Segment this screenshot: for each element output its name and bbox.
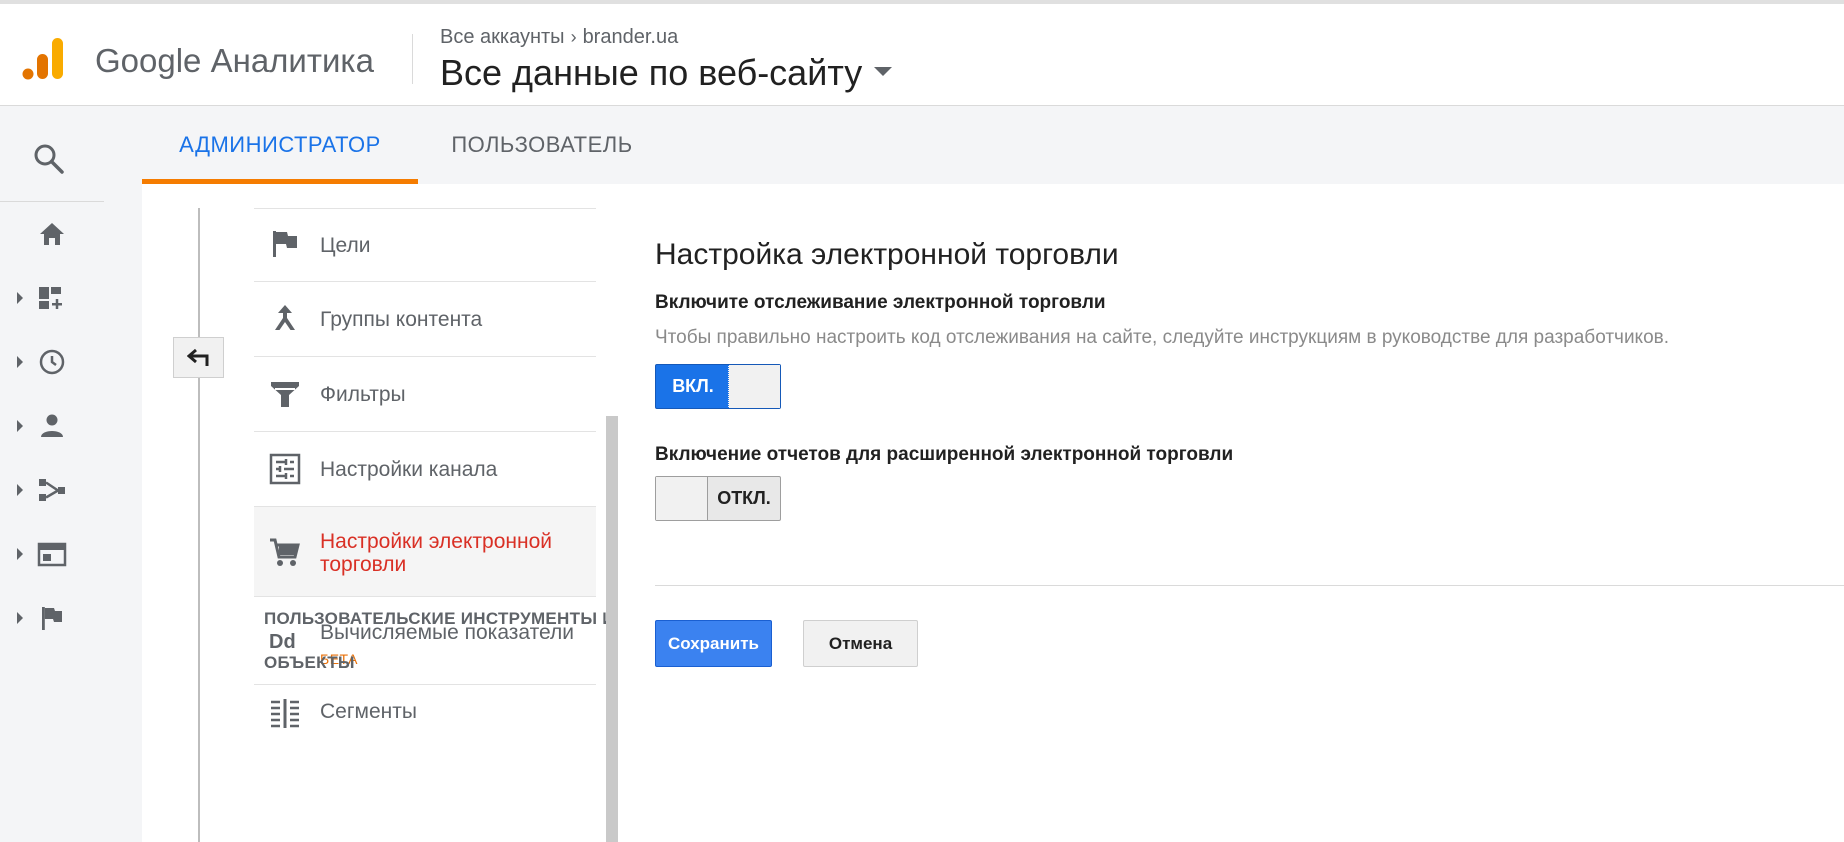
brand-name: Google Аналитика — [95, 42, 374, 79]
home-icon[interactable] — [36, 220, 68, 248]
channel-settings-icon — [269, 453, 301, 485]
ecommerce-toggle[interactable]: ВКЛ. — [655, 364, 781, 409]
svg-text:Dd: Dd — [269, 631, 296, 653]
breadcrumb-account[interactable]: Все аккаунты — [440, 26, 565, 48]
caret-down-icon[interactable] — [874, 66, 893, 76]
breadcrumb-property[interactable]: brander.ua — [583, 26, 679, 48]
filter-icon — [271, 382, 299, 407]
admin-content: Цели Группы контента Фильтры Настройки к… — [142, 184, 1844, 842]
section-heading-custom-tools: ПОЛЬЗОВАТЕЛЬСКИЕ ИНСТРУМЕНТЫ И — [264, 609, 615, 628]
chevron-right-icon: › — [570, 27, 577, 47]
nav-behavior[interactable] — [0, 534, 142, 574]
cart-icon — [270, 538, 300, 566]
person-icon[interactable] — [36, 412, 68, 440]
column-tree-line — [198, 208, 200, 842]
ecommerce-hint: Чтобы правильно настроить код отслеживан… — [655, 327, 1670, 348]
menu-item-label: Цели — [320, 234, 371, 257]
admin-tabs: АДМИНИСТРАТОР ПОЛЬЗОВАТЕЛЬ — [142, 106, 1844, 184]
acquisition-icon[interactable] — [36, 476, 68, 504]
nav-divider — [0, 201, 104, 202]
section-heading-custom-tools-line2: ОБЪЕКТЫ — [264, 653, 355, 672]
toggle-state-label: ОТКЛ. — [717, 488, 771, 508]
expand-arrow-icon[interactable] — [17, 420, 23, 432]
menu-scrollbar[interactable] — [606, 416, 618, 842]
flag-icon[interactable] — [36, 604, 68, 632]
expand-arrow-icon[interactable] — [17, 292, 23, 304]
tab-user[interactable]: ПОЛЬЗОВАТЕЛЬ — [442, 106, 642, 184]
clock-icon[interactable] — [36, 348, 68, 376]
nav-conversions[interactable] — [0, 598, 142, 638]
menu-item-ecommerce-settings[interactable]: Настройки электронной торговли — [254, 507, 596, 597]
customization-icon[interactable] — [36, 284, 68, 312]
expand-arrow-icon[interactable] — [17, 612, 23, 624]
back-button[interactable] — [173, 337, 224, 378]
settings-title: Настройка электронной торговли — [655, 238, 1119, 271]
menu-item-label: Настройки электронной торговли — [320, 530, 552, 576]
segments-icon — [271, 699, 299, 728]
nav-home[interactable] — [0, 214, 142, 254]
content-groups-icon — [275, 305, 295, 330]
save-button[interactable]: Сохранить — [655, 620, 772, 667]
flag-icon — [273, 231, 297, 257]
toggle-knob[interactable] — [656, 477, 708, 520]
left-nav — [0, 106, 142, 842]
top-bar: Google Аналитика Все аккаунты › brander.ua… — [0, 0, 1844, 106]
view-selector[interactable]: Все данные по веб-сайту — [440, 52, 893, 94]
nav-acquisition[interactable] — [0, 470, 142, 510]
menu-item-label: Фильтры — [320, 383, 406, 406]
behavior-icon[interactable] — [36, 540, 68, 568]
toggle-knob[interactable] — [728, 365, 780, 408]
expand-arrow-icon[interactable] — [17, 484, 23, 496]
menu-item-filters[interactable]: Фильтры — [254, 357, 596, 432]
view-name[interactable]: Все данные по веб-сайту — [440, 52, 862, 93]
search-icon[interactable] — [32, 142, 66, 176]
enhanced-ecommerce-label: Включение отчетов для расширенной электр… — [655, 444, 1234, 465]
form-divider — [655, 585, 1844, 586]
expand-arrow-icon[interactable] — [17, 548, 23, 560]
expand-arrow-icon[interactable] — [17, 356, 23, 368]
menu-item-label: Сегменты — [320, 700, 417, 723]
back-arrow-icon[interactable] — [187, 348, 211, 368]
nav-audience[interactable] — [0, 406, 142, 446]
nav-customization[interactable] — [0, 278, 142, 318]
toggle-state-label: ВКЛ. — [672, 376, 714, 396]
ecommerce-toggle-label: Включите отслеживание электронной торгов… — [655, 292, 1106, 313]
tab-admin[interactable]: АДМИНИСТРАТОР — [142, 106, 418, 184]
header-divider — [412, 34, 413, 84]
menu-item-label: Группы контента — [320, 308, 483, 331]
cancel-button[interactable]: Отмена — [803, 620, 918, 667]
menu-item-label: Настройки канала — [320, 458, 498, 481]
menu-item-content-groups[interactable]: Группы контента — [254, 282, 596, 357]
beta-badge: БЕТА — [320, 651, 358, 667]
menu-item-channel-settings[interactable]: Настройки канала — [254, 432, 596, 507]
analytics-logo-icon — [22, 38, 63, 80]
enhanced-ecommerce-toggle[interactable]: ОТКЛ. — [655, 476, 781, 521]
menu-item-goals[interactable]: Цели — [254, 208, 596, 282]
nav-realtime[interactable] — [0, 342, 142, 382]
breadcrumb[interactable]: Все аккаунты › brander.ua — [440, 26, 678, 49]
menu-item-segments[interactable]: Сегменты — [254, 682, 596, 742]
